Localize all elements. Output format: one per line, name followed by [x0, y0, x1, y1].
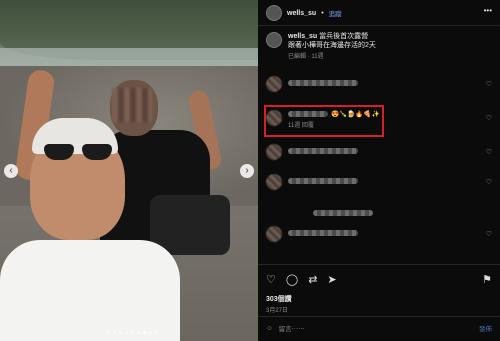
- caption-edited: 已編輯: [288, 54, 307, 60]
- blurred-comment: [288, 111, 328, 117]
- comment-like-heart-icon[interactable]: ♡: [486, 114, 492, 122]
- comment-1: [266, 76, 358, 92]
- carousel-dots: [107, 331, 158, 334]
- send-icon[interactable]: ➤: [327, 273, 336, 286]
- comment-like-heart-icon[interactable]: ♡: [486, 178, 492, 186]
- blurred-comment: [313, 210, 373, 216]
- divider: [258, 264, 500, 265]
- divider: [258, 316, 500, 317]
- comment-like-heart-icon[interactable]: ♡: [486, 230, 492, 238]
- blurred-comment: [288, 178, 358, 184]
- comment-like-heart-icon[interactable]: ♡: [486, 148, 492, 156]
- blurred-face: [112, 88, 152, 122]
- comment-icon[interactable]: ◯: [286, 273, 298, 286]
- avatar[interactable]: [266, 5, 282, 21]
- post-comment-button[interactable]: 發佈: [479, 323, 492, 333]
- caption-line2: 跟著小樺哥在海邊存活的2天: [288, 42, 376, 49]
- divider: [258, 25, 500, 26]
- comment-avatar[interactable]: [266, 226, 282, 242]
- comment-avatar[interactable]: [266, 144, 282, 160]
- like-count[interactable]: 303個讚: [266, 294, 292, 304]
- comment-2: 😍🍾🍺🔥🍕✨ 11週 回覆: [266, 110, 380, 129]
- comment-avatar[interactable]: [266, 76, 282, 92]
- comment-4: [266, 174, 358, 190]
- caption-username[interactable]: wells_su: [288, 33, 317, 40]
- post-panel: wells_su • 追蹤 ••• wells_su 當兵後首次露營 跟著小樺哥…: [258, 0, 500, 341]
- caption-avatar[interactable]: [266, 32, 282, 48]
- ellipsis-icon[interactable]: •••: [484, 6, 492, 15]
- comment-time: 11週: [288, 123, 301, 129]
- action-bar: ♡ ◯ ⇄ ➤: [266, 273, 337, 286]
- prev-photo-button[interactable]: ‹: [4, 164, 18, 178]
- comment-input[interactable]: 留言⋯⋯: [279, 323, 305, 333]
- sunglasses: [44, 144, 114, 162]
- heart-icon[interactable]: ♡: [266, 273, 276, 286]
- comment-like-heart-icon[interactable]: ♡: [486, 80, 492, 88]
- username[interactable]: wells_su: [287, 10, 316, 17]
- post-header: wells_su • 追蹤: [266, 4, 342, 22]
- reply-button[interactable]: 回覆: [302, 123, 314, 129]
- person-front-tank: [0, 240, 180, 341]
- follow-button[interactable]: 追蹤: [329, 8, 342, 18]
- post-photo[interactable]: ‹ ›: [0, 0, 258, 341]
- post-date: 3月27日: [266, 308, 289, 314]
- comment-avatar[interactable]: [266, 174, 282, 190]
- caption-time: 11週: [311, 54, 324, 60]
- comment-avatar[interactable]: [266, 110, 282, 126]
- bookmark-icon[interactable]: ⚑: [482, 273, 492, 286]
- comment-5: [266, 226, 358, 242]
- caption: wells_su 當兵後首次露營 跟著小樺哥在海邊存活的2天 已編輯 · 11週: [266, 32, 376, 62]
- next-photo-button[interactable]: ›: [240, 164, 254, 178]
- share-icon[interactable]: ⇄: [308, 273, 317, 286]
- blurred-comment: [288, 230, 358, 236]
- emoji-icon[interactable]: ☺: [266, 325, 273, 332]
- blurred-comment: [288, 148, 358, 154]
- comment-emoji: 😍🍾🍺🔥🍕✨: [331, 111, 380, 118]
- add-comment-row: ☺ 留言⋯⋯: [266, 323, 305, 334]
- comment-3: [266, 144, 358, 160]
- caption-line1: 當兵後首次露營: [319, 33, 369, 40]
- blurred-comment: [288, 80, 358, 86]
